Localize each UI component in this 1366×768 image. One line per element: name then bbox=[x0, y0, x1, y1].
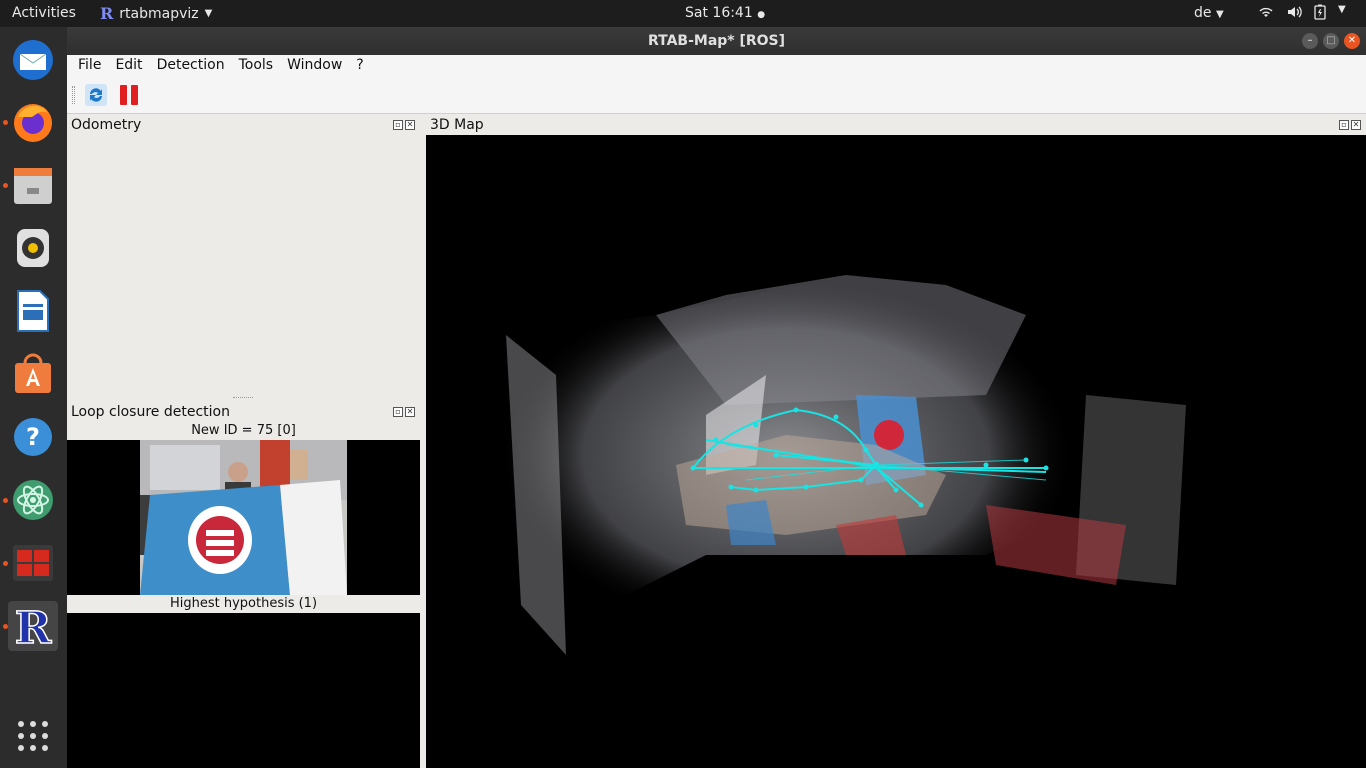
float-icon[interactable]: ▫ bbox=[393, 120, 403, 130]
highest-hypothesis-label: Highest hypothesis (1) bbox=[169, 596, 318, 611]
activities-button[interactable]: Activities bbox=[12, 5, 76, 21]
keyboard-layout-label: de bbox=[1194, 5, 1212, 21]
dock-rtabmap[interactable]: R bbox=[3, 601, 58, 651]
rtabmap-app-icon: R bbox=[100, 4, 114, 23]
dock-files[interactable] bbox=[3, 160, 58, 210]
splitter-handle[interactable] bbox=[233, 397, 253, 399]
volume-icon bbox=[1288, 6, 1302, 18]
svg-text:?: ? bbox=[26, 423, 40, 451]
dock-terminal-app[interactable] bbox=[3, 538, 58, 588]
software-center-icon bbox=[15, 353, 51, 393]
camera-frame-image bbox=[140, 440, 347, 595]
terminal-app-icon bbox=[13, 545, 53, 581]
toolbar bbox=[67, 77, 1366, 114]
toolbar-grip[interactable] bbox=[72, 86, 75, 104]
float-icon[interactable]: ▫ bbox=[1339, 120, 1349, 130]
rtabmap-icon: R bbox=[14, 603, 53, 649]
dock: ? R bbox=[0, 27, 67, 768]
keyboard-layout-menu[interactable]: de ▼ bbox=[1194, 5, 1224, 21]
app-menu-label: rtabmapviz bbox=[119, 5, 199, 22]
odometry-title: Odometry bbox=[71, 117, 142, 133]
app-menu[interactable]: R rtabmapviz ▼ bbox=[100, 4, 212, 23]
dock-atom[interactable] bbox=[3, 475, 58, 525]
atom-icon bbox=[13, 480, 53, 520]
hypothesis-image-view[interactable] bbox=[67, 613, 420, 768]
pause-icon bbox=[120, 85, 138, 105]
dock-writer[interactable] bbox=[8, 286, 58, 336]
refresh-icon bbox=[85, 84, 107, 106]
chevron-down-icon: ▼ bbox=[204, 8, 213, 19]
close-icon[interactable]: ✕ bbox=[405, 407, 415, 417]
point-cloud-render bbox=[496, 275, 1186, 655]
map3d-panel: 3D Map ▫ ✕ bbox=[426, 114, 1366, 768]
power-menu-icon: ▼ bbox=[1338, 4, 1346, 15]
dock-help[interactable]: ? bbox=[8, 412, 58, 462]
odometry-panel: Odometry ▫ ✕ bbox=[67, 114, 420, 404]
running-indicator-icon bbox=[3, 183, 8, 188]
close-button[interactable]: ✕ bbox=[1344, 33, 1360, 49]
window-titlebar[interactable]: RTAB-Map* [ROS] – □ ✕ bbox=[67, 27, 1366, 55]
wifi-icon bbox=[1259, 7, 1273, 17]
firefox-icon bbox=[14, 104, 52, 142]
dock-show-apps[interactable] bbox=[8, 711, 58, 761]
menu-detection[interactable]: Detection bbox=[150, 55, 232, 77]
window-title: RTAB-Map* [ROS] bbox=[647, 33, 786, 49]
top-bar: Activities R rtabmapviz ▼ Sat 16:41 ● de… bbox=[0, 0, 1366, 27]
menu-window[interactable]: Window bbox=[280, 55, 349, 77]
libreoffice-writer-icon bbox=[17, 290, 49, 332]
thunderbird-icon bbox=[13, 40, 53, 80]
menu-file[interactable]: File bbox=[71, 55, 108, 77]
menu-tools[interactable]: Tools bbox=[232, 55, 281, 77]
clock[interactable]: Sat 16:41 ● bbox=[685, 5, 765, 21]
show-apps-icon bbox=[18, 721, 48, 751]
chevron-down-icon: ▼ bbox=[1215, 9, 1224, 20]
help-icon: ? bbox=[14, 418, 52, 456]
loop-closure-title: Loop closure detection bbox=[71, 404, 230, 420]
system-tray[interactable]: ▼ bbox=[1258, 4, 1346, 20]
refresh-button[interactable] bbox=[84, 83, 108, 107]
dock-thunderbird[interactable] bbox=[8, 35, 58, 85]
new-image-view[interactable] bbox=[67, 440, 420, 595]
rtabmap-window: RTAB-Map* [ROS] – □ ✕ File Edit Detectio… bbox=[67, 27, 1366, 768]
dock-software[interactable] bbox=[8, 349, 58, 399]
pause-button[interactable] bbox=[117, 83, 141, 107]
map3d-viewport[interactable] bbox=[426, 135, 1366, 768]
svg-text:R: R bbox=[15, 603, 52, 649]
battery-icon bbox=[1314, 4, 1326, 20]
loop-closure-panel: Loop closure detection ▫ ✕ New ID = 75 [… bbox=[67, 404, 420, 768]
close-icon[interactable]: ✕ bbox=[405, 120, 415, 130]
float-icon[interactable]: ▫ bbox=[393, 407, 403, 417]
running-indicator-icon bbox=[3, 498, 8, 503]
dock-firefox[interactable] bbox=[3, 97, 58, 147]
running-indicator-icon bbox=[3, 561, 8, 566]
running-indicator-icon bbox=[3, 120, 8, 125]
clock-label: Sat 16:41 bbox=[685, 5, 753, 21]
map3d-title: 3D Map bbox=[430, 117, 484, 133]
new-id-label: New ID = 75 [0] bbox=[191, 423, 296, 438]
menu-help[interactable]: ? bbox=[349, 55, 370, 77]
menu-edit[interactable]: Edit bbox=[108, 55, 149, 77]
rhythmbox-icon bbox=[17, 229, 49, 267]
maximize-button[interactable]: □ bbox=[1323, 33, 1339, 49]
notification-dot-icon: ● bbox=[757, 10, 766, 20]
menu-bar: File Edit Detection Tools Window ? bbox=[67, 55, 1366, 77]
minimize-button[interactable]: – bbox=[1302, 33, 1318, 49]
files-icon bbox=[14, 168, 52, 204]
close-icon[interactable]: ✕ bbox=[1351, 120, 1361, 130]
dock-rhythmbox[interactable] bbox=[8, 223, 58, 273]
running-indicator-icon bbox=[3, 624, 8, 629]
